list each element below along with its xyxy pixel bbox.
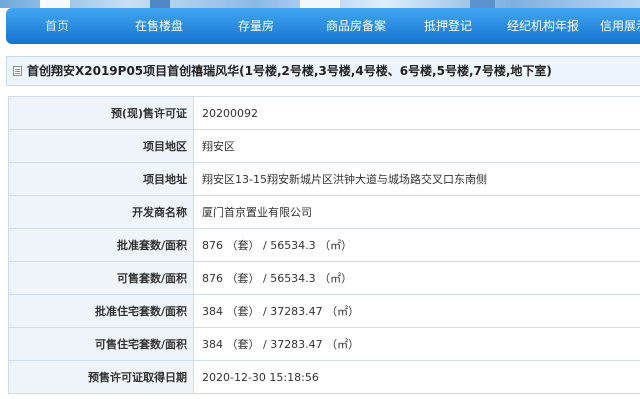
row-label: 项目地址: [8, 162, 194, 196]
table-row: 可售套数/面积 876 （套） / 56534.3 （㎡）: [8, 261, 640, 295]
row-value: 876 （套） / 56534.3 （㎡）: [193, 228, 640, 262]
project-title-bar: 首创翔安X2019P05项目首创禧瑞风华(1号楼,2号楼,3号楼,4号楼、6号楼…: [6, 56, 640, 86]
row-value: 2020-12-30 15:18:56: [193, 360, 640, 394]
nav-item-agency-report[interactable]: 经纪机构年报: [490, 8, 596, 44]
table-row: 开发商名称 厦门首京置业有限公司: [8, 195, 640, 229]
row-value: 384 （套） / 37283.47 （㎡）: [193, 294, 640, 328]
row-label: 开发商名称: [8, 195, 194, 229]
row-label: 可售住宅套数/面积: [8, 327, 194, 361]
nav-item-home[interactable]: 首页: [22, 8, 92, 44]
table-row: 批准住宅套数/面积 384 （套） / 37283.47 （㎡）: [8, 294, 640, 328]
project-title: 首创翔安X2019P05项目首创禧瑞风华(1号楼,2号楼,3号楼,4号楼、6号楼…: [27, 64, 552, 78]
nav-item-mortgage[interactable]: 抵押登记: [408, 8, 488, 44]
row-label: 预(现)售许可证: [8, 96, 194, 130]
row-label: 可售套数/面积: [8, 261, 194, 295]
row-label: 项目地区: [8, 129, 194, 163]
row-value: 厦门首京置业有限公司: [193, 195, 640, 229]
nav-item-filing[interactable]: 商品房备案: [306, 8, 406, 44]
row-value: 翔安区13-15翔安新城片区洪钟大道与城场路交叉口东南侧: [193, 162, 640, 196]
table-row: 批准套数/面积 876 （套） / 56534.3 （㎡）: [8, 228, 640, 262]
main-nav: 首页 在售楼盘 存量房 商品房备案 抵押登记 经纪机构年报 信用展示: [6, 8, 640, 44]
row-label: 预售许可证取得日期: [8, 360, 194, 394]
project-details-table: 预(现)售许可证 20200092 项目地区 翔安区 项目地址 翔安区13-15…: [8, 96, 640, 394]
table-row: 预售许可证取得日期 2020-12-30 15:18:56: [8, 360, 640, 394]
table-row: 项目地区 翔安区: [8, 129, 640, 163]
row-value: 384 （套） / 37283.47 （㎡）: [193, 327, 640, 361]
row-label: 批准住宅套数/面积: [8, 294, 194, 328]
header-banner: [0, 0, 640, 8]
row-value: 20200092: [193, 96, 640, 130]
table-row: 可售住宅套数/面积 384 （套） / 37283.47 （㎡）: [8, 327, 640, 361]
nav-item-credit[interactable]: 信用展示: [600, 8, 640, 44]
nav-item-existing-housing[interactable]: 存量房: [216, 8, 296, 44]
nav-item-on-sale[interactable]: 在售楼盘: [114, 8, 204, 44]
row-value: 876 （套） / 56534.3 （㎡）: [193, 261, 640, 295]
table-row: 项目地址 翔安区13-15翔安新城片区洪钟大道与城场路交叉口东南侧: [8, 162, 640, 196]
document-icon: [13, 66, 22, 76]
table-row: 预(现)售许可证 20200092: [8, 96, 640, 130]
row-label: 批准套数/面积: [8, 228, 194, 262]
row-value: 翔安区: [193, 129, 640, 163]
